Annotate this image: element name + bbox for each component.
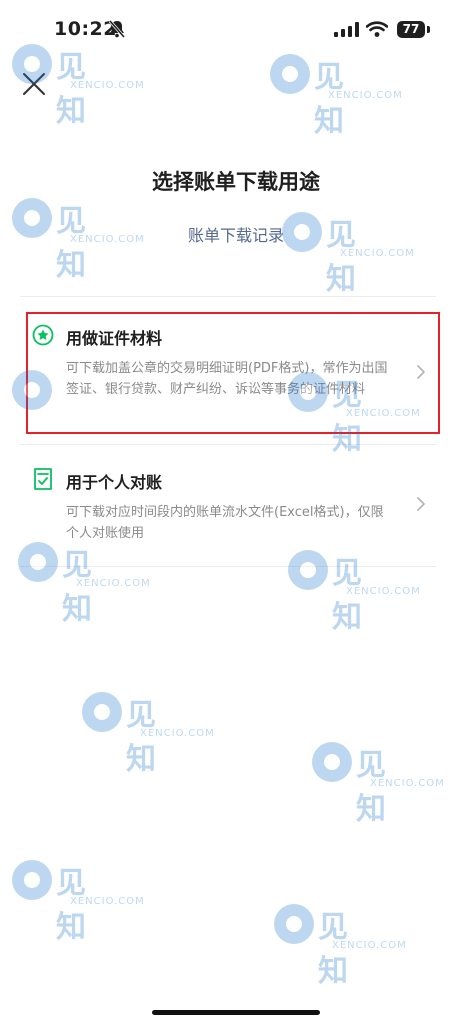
watermark-logo-icon bbox=[270, 54, 310, 94]
watermark-brand: 见知 bbox=[56, 866, 86, 945]
watermark-logo-icon bbox=[82, 692, 122, 732]
watermark-site: XENCIO.COM bbox=[346, 586, 421, 597]
watermark-site: XENCIO.COM bbox=[328, 90, 403, 101]
watermark-logo-icon bbox=[274, 904, 314, 944]
watermark-logo-icon bbox=[312, 742, 352, 782]
watermark: 见知 XENCIO.COM bbox=[310, 740, 444, 827]
watermark: 见知 XENCIO.COM bbox=[80, 690, 214, 777]
home-indicator[interactable] bbox=[152, 1010, 320, 1015]
option-title: 用于个人对账 bbox=[66, 473, 163, 492]
cellular-signal-icon bbox=[334, 22, 359, 37]
close-icon[interactable] bbox=[18, 68, 50, 100]
divider-top bbox=[20, 296, 436, 297]
watermark-site: XENCIO.COM bbox=[140, 728, 215, 739]
divider-bottom bbox=[20, 566, 436, 567]
chevron-right-icon bbox=[417, 497, 425, 511]
watermark-site: XENCIO.COM bbox=[70, 80, 145, 91]
watermark-brand: 见知 bbox=[126, 698, 156, 777]
battery-tip bbox=[427, 26, 430, 33]
watermark-brand: 见知 bbox=[314, 60, 344, 139]
watermark: 见知 XENCIO.COM bbox=[10, 858, 144, 945]
watermark-site: XENCIO.COM bbox=[332, 940, 407, 951]
option-personal-reconciliation[interactable]: 用于个人对账 可下载对应时间段内的账单流水文件(Excel格式)，仅限个人对账使… bbox=[20, 456, 436, 566]
document-check-icon bbox=[34, 468, 52, 490]
download-history-link[interactable]: 账单下载记录 bbox=[0, 222, 472, 246]
option-description: 可下载对应时间段内的账单流水文件(Excel格式)，仅限个人对账使用 bbox=[66, 505, 384, 541]
battery-level: 77 bbox=[397, 21, 425, 38]
status-time: 10:22 bbox=[54, 18, 117, 40]
watermark-brand: 见知 bbox=[356, 748, 386, 827]
watermark-site: XENCIO.COM bbox=[340, 248, 415, 259]
wifi-icon bbox=[366, 21, 388, 37]
divider-middle bbox=[20, 444, 436, 445]
page-title: 选择账单下载用途 bbox=[152, 170, 320, 194]
watermark: 见知 XENCIO.COM bbox=[272, 902, 406, 989]
silent-bell-icon bbox=[109, 20, 125, 38]
watermark-site: XENCIO.COM bbox=[76, 578, 151, 589]
highlight-box bbox=[26, 312, 440, 434]
watermark-site: XENCIO.COM bbox=[370, 778, 445, 789]
watermark-brand: 见知 bbox=[56, 50, 86, 129]
watermark: 见知 XENCIO.COM bbox=[268, 52, 402, 139]
watermark-brand: 见知 bbox=[318, 910, 348, 989]
watermark-site: XENCIO.COM bbox=[70, 896, 145, 907]
watermark-logo-icon bbox=[12, 860, 52, 900]
status-bar: 10:22 77 bbox=[0, 0, 472, 54]
